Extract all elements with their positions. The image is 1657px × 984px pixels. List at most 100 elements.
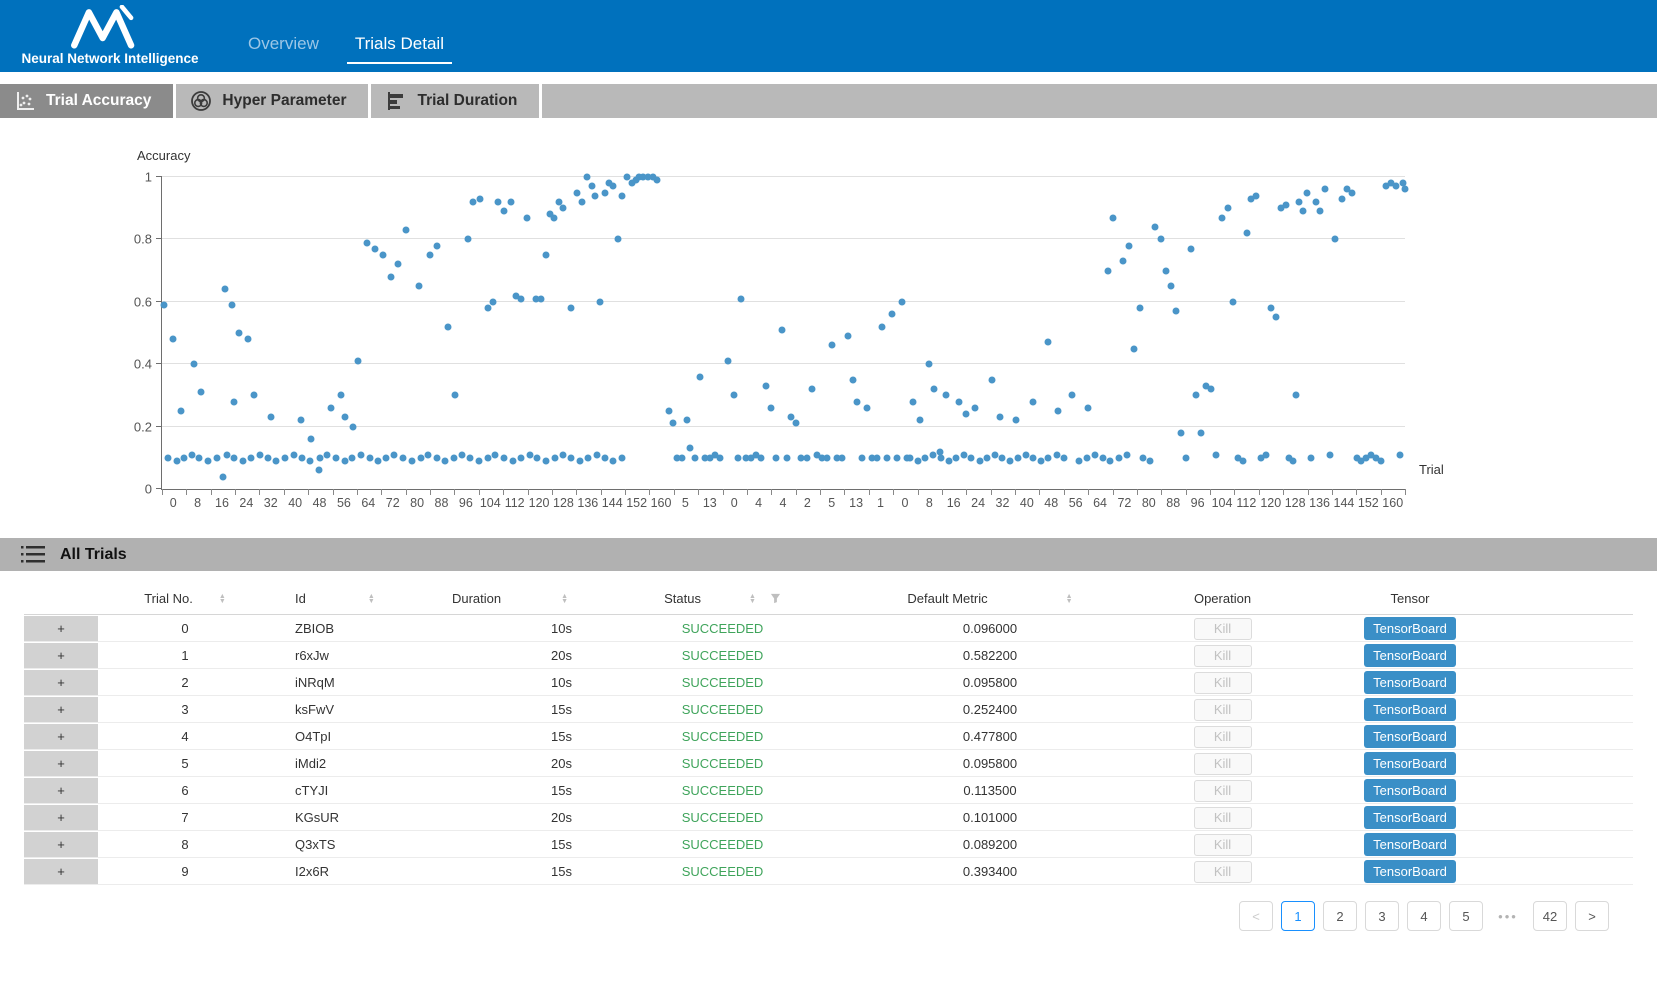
tensorboard-button[interactable]: TensorBoard	[1364, 806, 1456, 829]
x-tick-mark	[1161, 489, 1162, 495]
pagination-page-5[interactable]: 5	[1449, 901, 1483, 931]
pagination-page-4[interactable]: 4	[1407, 901, 1441, 931]
scatter-point	[306, 457, 313, 464]
scatter-point	[1109, 214, 1116, 221]
tensorboard-button[interactable]: TensorBoard	[1364, 617, 1456, 640]
row-expand-button[interactable]: +	[24, 616, 98, 641]
pagination-page-42[interactable]: 42	[1533, 901, 1567, 931]
kill-button[interactable]: Kill	[1194, 780, 1252, 802]
scatter-point	[444, 323, 451, 330]
scatter-point	[1168, 283, 1175, 290]
tensorboard-button[interactable]: TensorBoard	[1364, 833, 1456, 856]
tensorboard-button[interactable]: TensorBoard	[1364, 671, 1456, 694]
scatter-point	[1061, 454, 1068, 461]
pagination: <12345 ••• 42 >	[0, 901, 1609, 931]
scatter-point	[543, 457, 550, 464]
row-expand-button[interactable]: +	[24, 751, 98, 776]
kill-button[interactable]: Kill	[1194, 645, 1252, 667]
cell-id: iNRqM	[270, 675, 410, 690]
x-tick-label: 104	[1210, 496, 1234, 510]
cell-status: SUCCEEDED	[610, 810, 835, 825]
tensorboard-button[interactable]: TensorBoard	[1364, 860, 1456, 883]
pagination-page-2[interactable]: 2	[1323, 901, 1357, 931]
row-expand-button[interactable]: +	[24, 697, 98, 722]
cell-default-metric: 0.393400	[835, 864, 1145, 879]
kill-button[interactable]: Kill	[1194, 726, 1252, 748]
tensorboard-button[interactable]: TensorBoard	[1364, 752, 1456, 775]
pagination-page-3[interactable]: 3	[1365, 901, 1399, 931]
nav-item-trials-detail[interactable]: Trials Detail	[337, 34, 462, 72]
tensorboard-button[interactable]: TensorBoard	[1364, 779, 1456, 802]
scatter-point	[244, 336, 251, 343]
tensorboard-button[interactable]: TensorBoard	[1364, 644, 1456, 667]
cell-status: SUCCEEDED	[610, 837, 835, 852]
scatter-point	[395, 261, 402, 268]
pagination-ellipsis[interactable]: •••	[1491, 901, 1525, 931]
header-trial-no[interactable]: Trial No. ▲▼	[100, 591, 270, 606]
row-expand-button[interactable]: +	[24, 670, 98, 695]
scatter-point	[1015, 454, 1022, 461]
scatter-point	[591, 192, 598, 199]
x-tick-mark	[1210, 489, 1211, 495]
row-expand-button[interactable]: +	[24, 805, 98, 830]
tab-label: Trial Duration	[417, 92, 517, 110]
scatter-point	[1147, 457, 1154, 464]
sort-icon[interactable]: ▲▼	[219, 594, 226, 604]
x-tick-mark	[186, 489, 187, 495]
kill-button[interactable]: Kill	[1194, 834, 1252, 856]
x-tick-mark	[357, 489, 358, 495]
tab-trial-duration[interactable]: Trial Duration	[371, 84, 542, 118]
scatter-point	[1012, 417, 1019, 424]
scatter-point	[494, 198, 501, 205]
filter-icon[interactable]	[770, 593, 781, 604]
header-id[interactable]: Id ▲▼	[270, 591, 410, 606]
cell-status: SUCCEEDED	[610, 702, 835, 717]
scatter-point	[893, 454, 900, 461]
scatter-point	[1290, 457, 1297, 464]
pagination-page-1[interactable]: 1	[1281, 901, 1315, 931]
header-default-metric[interactable]: Default Metric ▲▼	[835, 591, 1145, 606]
scatter-point	[858, 454, 865, 461]
scatter-point	[824, 454, 831, 461]
nav-item-overview[interactable]: Overview	[230, 34, 337, 72]
kill-button[interactable]: Kill	[1194, 618, 1252, 640]
scatter-point	[601, 454, 608, 461]
scatter-point	[213, 454, 220, 461]
cell-trial-no: 3	[100, 702, 270, 717]
cell-trial-no: 7	[100, 810, 270, 825]
scatter-point	[1045, 339, 1052, 346]
scatter-point	[308, 436, 315, 443]
x-tick-label: 48	[1039, 496, 1063, 510]
sort-icon[interactable]: ▲▼	[1066, 594, 1073, 604]
header-duration[interactable]: Duration ▲▼	[410, 591, 610, 606]
cell-default-metric: 0.477800	[835, 729, 1145, 744]
scatter-point	[337, 392, 344, 399]
tensorboard-button[interactable]: TensorBoard	[1364, 698, 1456, 721]
kill-button[interactable]: Kill	[1194, 807, 1252, 829]
tab-trial-accuracy[interactable]: Trial Accuracy	[0, 84, 176, 118]
scatter-point	[1198, 429, 1205, 436]
row-expand-button[interactable]: +	[24, 859, 98, 884]
scatter-point	[960, 451, 967, 458]
kill-button[interactable]: Kill	[1194, 861, 1252, 883]
sort-icon[interactable]: ▲▼	[561, 594, 568, 604]
kill-button[interactable]: Kill	[1194, 672, 1252, 694]
pagination-next-button[interactable]: >	[1575, 901, 1609, 931]
scatter-point	[333, 454, 340, 461]
scatter-point	[538, 295, 545, 302]
kill-button[interactable]: Kill	[1194, 699, 1252, 721]
sort-icon[interactable]: ▲▼	[749, 594, 756, 604]
kill-button[interactable]: Kill	[1194, 753, 1252, 775]
row-expand-button[interactable]: +	[24, 778, 98, 803]
sort-icon[interactable]: ▲▼	[368, 594, 375, 604]
row-expand-button[interactable]: +	[24, 724, 98, 749]
scatter-point	[585, 454, 592, 461]
tensorboard-button[interactable]: TensorBoard	[1364, 725, 1456, 748]
scatter-point	[349, 454, 356, 461]
row-expand-button[interactable]: +	[24, 643, 98, 668]
tab-hyper-parameter[interactable]: Hyper Parameter	[176, 84, 371, 118]
row-expand-button[interactable]: +	[24, 832, 98, 857]
pagination-prev-button[interactable]: <	[1239, 901, 1273, 931]
scatter-point	[907, 454, 914, 461]
header-status[interactable]: Status ▲▼	[610, 591, 835, 606]
